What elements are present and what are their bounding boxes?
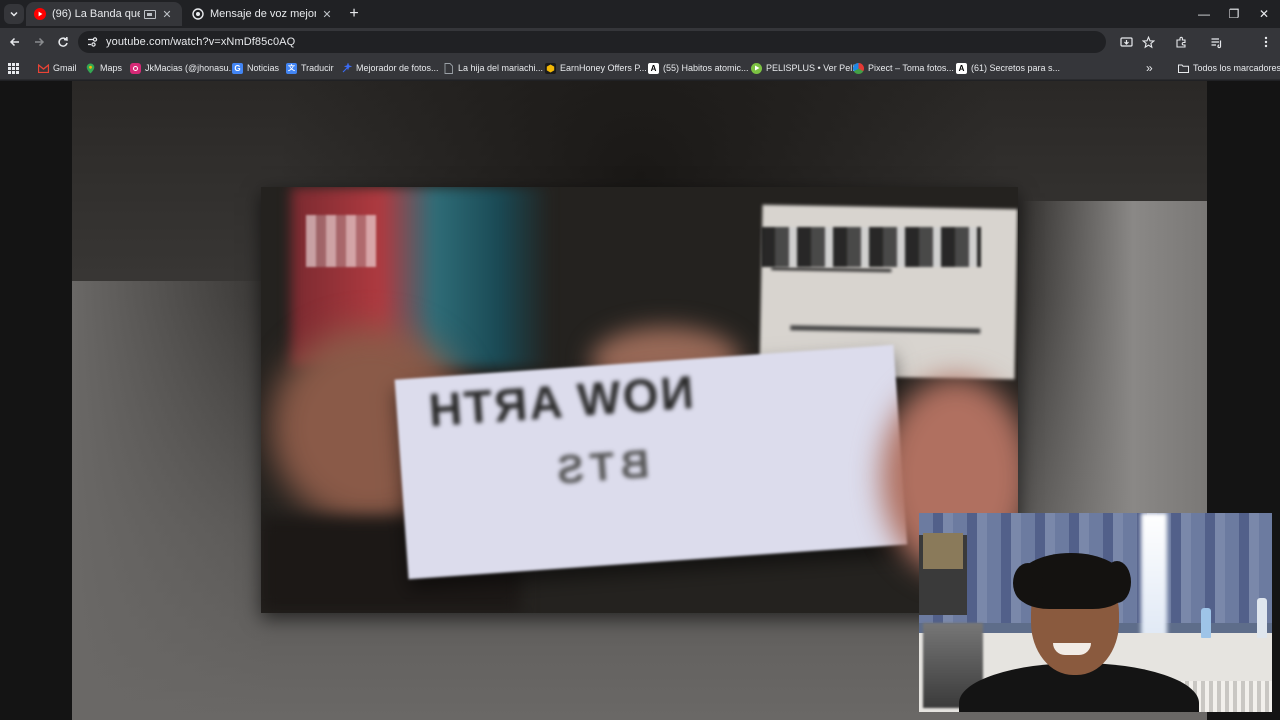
bookmark-mejorador[interactable]: Mejorador de fotos... [341, 60, 439, 76]
earnhoney-icon [545, 62, 556, 74]
bookmark-maps[interactable]: Maps [85, 60, 122, 76]
bookmark-earnhoney[interactable]: EarnHoney Offers P... [545, 60, 647, 76]
menu-button[interactable] [1255, 31, 1277, 53]
bookmark-label: Traducir [301, 63, 334, 73]
puzzle-icon [1175, 36, 1186, 48]
bookmark-label: La hija del mariachi... [458, 63, 544, 73]
apps-grid-icon [8, 62, 19, 74]
pixelated-overlay [761, 227, 981, 267]
extensions-button[interactable] [1170, 31, 1192, 53]
pixect-icon [853, 62, 864, 74]
webcam-overlay [919, 513, 1272, 712]
forward-button[interactable] [28, 31, 50, 53]
bookmark-habitos[interactable]: A (55) Habitos atomic... [648, 60, 749, 76]
play-icon [751, 62, 762, 74]
page-icon [443, 62, 454, 74]
bookmark-label: Todos los marcadores [1193, 63, 1280, 73]
bookmark-label: PELISPLUS • Ver Pelí... [766, 63, 863, 73]
tab-strip: (96) La Banda que LOGRÓ l ✕ Mensaje de v… [0, 0, 1280, 28]
tab-title: Mensaje de voz mejorado [210, 8, 316, 20]
bookmark-label: EarnHoney Offers P... [560, 63, 647, 73]
webcam-bottle [1201, 608, 1211, 638]
chevron-down-icon [10, 11, 18, 17]
bookmark-pixect[interactable]: Pixect – Toma fotos... [853, 60, 954, 76]
kebab-menu-icon [1264, 36, 1268, 48]
install-app-button[interactable] [1115, 31, 1137, 53]
bookmark-label: Mejorador de fotos... [356, 63, 439, 73]
openai-icon [192, 8, 204, 20]
site-info-icon[interactable] [86, 36, 98, 48]
tab-youtube[interactable]: (96) La Banda que LOGRÓ l ✕ [26, 2, 182, 26]
close-tab-icon[interactable]: ✕ [320, 7, 334, 21]
bookmark-label: Maps [100, 63, 123, 73]
all-bookmarks-button[interactable]: Todos los marcadores [1178, 60, 1280, 76]
webcam-bottle [1257, 598, 1267, 638]
webcam-person-smile [1053, 643, 1091, 655]
enhancer-icon [341, 63, 352, 74]
reload-icon [58, 36, 68, 47]
close-tab-icon[interactable]: ✕ [160, 7, 174, 21]
restore-button[interactable]: ❐ [1218, 0, 1250, 28]
bookmark-gmail[interactable]: Gmail [38, 60, 77, 76]
arrow-right-icon [35, 37, 45, 47]
bookmark-label: (55) Habitos atomic... [663, 63, 749, 73]
bookmarks-overflow-button[interactable]: » [1146, 60, 1153, 76]
bookmarks-bar: Gmail Maps JkMacias (@jhonasu... G Notic… [0, 56, 1280, 80]
maps-icon [85, 63, 96, 74]
bookmark-instagram[interactable]: JkMacias (@jhonasu... [130, 60, 236, 76]
arrow-left-icon [9, 37, 19, 47]
media-queue-icon [1211, 37, 1221, 48]
bookmark-label: Noticias [247, 63, 280, 73]
bookmark-label: (61) Secretos para s... [971, 63, 1061, 73]
address-bar[interactable]: youtube.com/watch?v=xNmDf85c0AQ [78, 31, 1106, 53]
minimize-button[interactable]: — [1188, 0, 1220, 28]
bookmark-label: JkMacias (@jhonasu... [145, 63, 237, 73]
tab-title: (96) La Banda que LOGRÓ l [52, 8, 140, 20]
translate-icon: 文 [286, 62, 297, 74]
video-player[interactable]: NOW ARTH BTS [0, 81, 1280, 720]
paper-text-mid: BTS [549, 442, 651, 493]
paper-text-top: NOW ARTH [425, 365, 696, 437]
close-window-button[interactable]: ✕ [1248, 0, 1280, 28]
back-button[interactable] [4, 31, 26, 53]
picture-in-picture-icon [144, 9, 156, 19]
bookmark-noticias[interactable]: G Noticias [232, 60, 279, 76]
bookmark-traducir[interactable]: 文 Traducir [286, 60, 334, 76]
url-text[interactable]: youtube.com/watch?v=xNmDf85c0AQ [106, 36, 295, 48]
bookmark-secretos[interactable]: A (61) Secretos para s... [956, 60, 1060, 76]
youtube-icon [34, 8, 46, 20]
instagram-icon [130, 62, 141, 74]
browser-toolbar: youtube.com/watch?v=xNmDf85c0AQ [0, 28, 1280, 78]
new-tab-button[interactable]: + [344, 4, 364, 24]
bookmark-label: Pixect – Toma fotos... [868, 63, 954, 73]
pixelated-overlay [306, 215, 376, 267]
bookmark-la-hija[interactable]: La hija del mariachi... [443, 60, 543, 76]
install-app-icon [1119, 36, 1133, 47]
webcam-person-hair [1013, 553, 1131, 609]
reload-button[interactable] [52, 31, 74, 53]
a-icon: A [956, 62, 967, 74]
video-frame: NOW ARTH BTS [261, 187, 1018, 613]
webcam-lamp [919, 533, 967, 615]
bookmark-star-button[interactable] [1137, 31, 1159, 53]
tab-voice-message[interactable]: Mensaje de voz mejorado ✕ [184, 2, 342, 26]
a-icon: A [648, 62, 659, 74]
news-icon: G [232, 62, 243, 74]
video-paper: NOW ARTH BTS [394, 344, 908, 580]
bookmark-pelisplus[interactable]: PELISPLUS • Ver Pelí... [751, 60, 862, 76]
webcam-window [1141, 513, 1167, 643]
tab-search-button[interactable] [4, 4, 24, 24]
gmail-icon [38, 63, 49, 74]
folder-icon [1178, 63, 1189, 74]
apps-button[interactable] [8, 60, 19, 76]
bookmark-label: Gmail [53, 63, 77, 73]
star-icon [1141, 35, 1155, 48]
media-controls-button[interactable] [1205, 31, 1227, 53]
